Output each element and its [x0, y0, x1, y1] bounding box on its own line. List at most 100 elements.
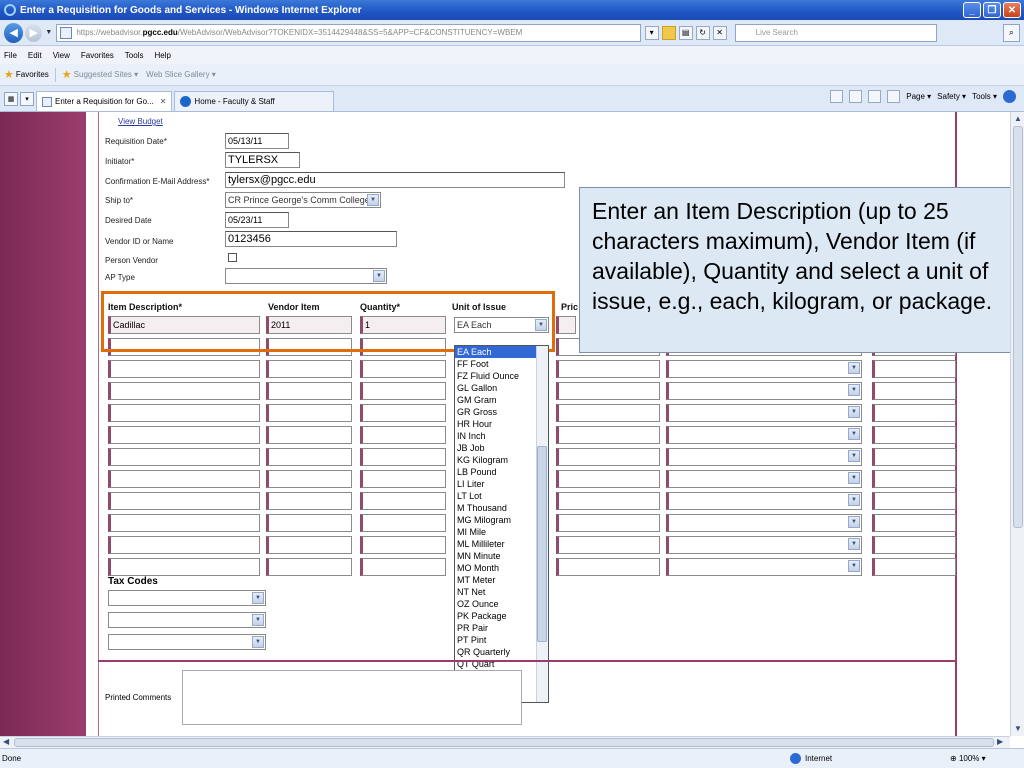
row-input[interactable]	[872, 404, 956, 422]
person-vendor-checkbox[interactable]	[228, 253, 237, 262]
row-input[interactable]	[556, 404, 660, 422]
chevron-down-icon[interactable]: ▼	[848, 428, 860, 440]
lock-icon[interactable]	[661, 25, 676, 40]
dropdown-option[interactable]: FZ Fluid Ounce	[455, 370, 548, 382]
scroll-left-icon[interactable]: ◀	[3, 737, 9, 746]
row-input[interactable]	[556, 492, 660, 510]
email-input[interactable]: tylersx@pgcc.edu	[225, 172, 565, 188]
dropdown-option[interactable]: JB Job	[455, 442, 548, 454]
row-input[interactable]	[556, 382, 660, 400]
chevron-down-icon[interactable]: ▼	[367, 194, 379, 206]
row-select[interactable]: ▼	[666, 536, 862, 554]
row-input[interactable]	[872, 448, 956, 466]
row-input[interactable]	[556, 514, 660, 532]
row-select[interactable]: ▼	[666, 492, 862, 510]
dropdown-option[interactable]: FF Foot	[455, 358, 548, 370]
dropdown-option[interactable]: PT Pint	[455, 634, 548, 646]
safety-menu[interactable]: Safety ▾	[937, 92, 966, 101]
row-select[interactable]: ▼	[666, 404, 862, 422]
minimize-button[interactable]: _	[963, 2, 981, 18]
row-input[interactable]	[360, 492, 446, 510]
feeds-icon[interactable]	[849, 90, 863, 103]
chevron-down-icon[interactable]: ▼	[848, 494, 860, 506]
row-input[interactable]	[360, 514, 446, 532]
dropdown-option[interactable]: NT Net	[455, 586, 548, 598]
row-input[interactable]	[266, 558, 352, 576]
tab-requisition[interactable]: Enter a Requisition for Go... ✕	[36, 91, 173, 111]
row-input[interactable]	[108, 470, 260, 488]
row-input[interactable]	[108, 492, 260, 510]
row-input[interactable]	[556, 448, 660, 466]
dropdown-option[interactable]: LT Lot	[455, 490, 548, 502]
ship-to-select[interactable]: CR Prince George's Comm College ▼	[225, 192, 381, 208]
row-select[interactable]: ▼	[666, 382, 862, 400]
row-input[interactable]	[266, 404, 352, 422]
row-input[interactable]	[266, 448, 352, 466]
chevron-down-icon[interactable]: ▼	[252, 636, 264, 648]
help-icon[interactable]	[1003, 90, 1016, 103]
tax-code-select-1[interactable]: ▼	[108, 590, 266, 606]
chevron-down-icon[interactable]: ▼	[848, 516, 860, 528]
chevron-down-icon[interactable]: ▼	[848, 384, 860, 396]
row-input[interactable]	[556, 426, 660, 444]
vendor-input[interactable]: 0123456	[225, 231, 397, 247]
scroll-right-icon[interactable]: ▶	[997, 737, 1003, 746]
row-input[interactable]	[108, 514, 260, 532]
tab-list-icon[interactable]: ▾	[20, 92, 34, 106]
ap-type-select[interactable]: ▼	[225, 268, 387, 284]
tab-home[interactable]: Home - Faculty & Staff	[174, 91, 335, 111]
row-input[interactable]	[108, 426, 260, 444]
compatibility-icon[interactable]: ▤	[678, 25, 693, 40]
search-input[interactable]: Live Search	[734, 23, 937, 42]
chevron-down-icon[interactable]: ▼	[848, 560, 860, 572]
chevron-down-icon[interactable]: ▼	[252, 614, 264, 626]
row-input[interactable]	[872, 360, 956, 378]
row-input[interactable]	[266, 360, 352, 378]
row-input[interactable]	[360, 470, 446, 488]
chevron-down-icon[interactable]: ▼	[373, 270, 385, 282]
back-button[interactable]: ◀	[4, 22, 24, 43]
horizontal-scroll-thumb[interactable]	[14, 738, 994, 747]
dropdown-option[interactable]: LB Pound	[455, 466, 548, 478]
dropdown-scrollbar[interactable]	[536, 346, 548, 702]
dropdown-option[interactable]: PK Package	[455, 610, 548, 622]
dropdown-option[interactable]: LI Liter	[455, 478, 548, 490]
home-icon[interactable]	[830, 90, 844, 103]
row-input[interactable]	[108, 558, 260, 576]
close-button[interactable]: ✕	[1003, 2, 1021, 18]
dropdown-option[interactable]: GM Gram	[455, 394, 548, 406]
vertical-scrollbar[interactable]: ▲ ▼	[1010, 112, 1024, 736]
price-input[interactable]	[556, 316, 576, 334]
row-input[interactable]	[108, 360, 260, 378]
zoom-level[interactable]: ⊕ 100% ▾	[950, 754, 986, 763]
dropdown-option[interactable]: MO Month	[455, 562, 548, 574]
dropdown-scroll-thumb[interactable]	[537, 446, 547, 642]
row-input[interactable]	[108, 404, 260, 422]
dropdown-option[interactable]: PR Pair	[455, 622, 548, 634]
add-favorite-icon[interactable]: ★	[62, 68, 72, 81]
row-select[interactable]: ▼	[666, 426, 862, 444]
row-input[interactable]	[108, 382, 260, 400]
url-dropdown-icon[interactable]: ▾	[644, 25, 659, 40]
menu-favorites[interactable]: Favorites	[81, 51, 114, 60]
printed-comments-textarea[interactable]	[182, 670, 522, 725]
web-slice-gallery-link[interactable]: Web Slice Gallery ▾	[146, 70, 216, 79]
row-input[interactable]	[872, 426, 956, 444]
scroll-up-icon[interactable]: ▲	[1014, 114, 1022, 123]
row-input[interactable]	[872, 558, 956, 576]
row-input[interactable]	[266, 382, 352, 400]
row-input[interactable]	[872, 470, 956, 488]
quick-tabs-icon[interactable]: ▦	[4, 92, 18, 106]
tools-menu[interactable]: Tools ▾	[972, 92, 997, 101]
menu-tools[interactable]: Tools	[125, 51, 144, 60]
search-icon[interactable]: ⌕	[1002, 23, 1020, 42]
url-input[interactable]: https://webadvisor. pgcc.edu/WebAdvisor/W…	[56, 23, 641, 42]
row-input[interactable]	[360, 360, 446, 378]
forward-button[interactable]: ▶	[25, 23, 43, 42]
suggested-sites-link[interactable]: Suggested Sites ▾	[74, 70, 139, 79]
row-input[interactable]	[360, 558, 446, 576]
chevron-down-icon[interactable]: ▼	[848, 406, 860, 418]
tax-code-select-3[interactable]: ▼	[108, 634, 266, 650]
restore-button[interactable]: ❐	[983, 2, 1001, 18]
menu-edit[interactable]: Edit	[28, 51, 42, 60]
